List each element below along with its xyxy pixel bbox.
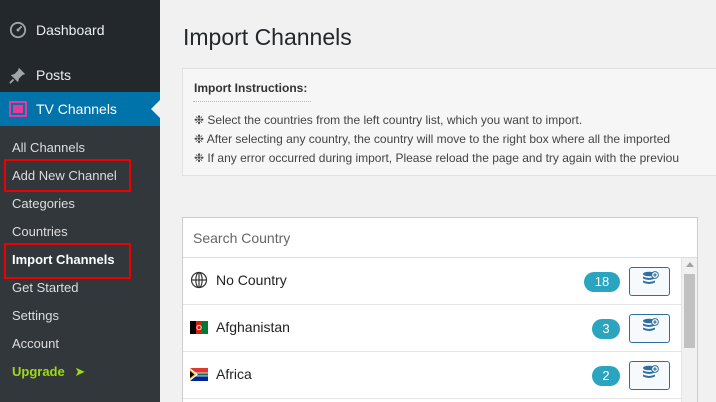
pin-icon <box>0 66 36 84</box>
country-name: Africa <box>216 366 252 382</box>
import-country-button[interactable] <box>629 361 670 390</box>
admin-sidebar: Dashboard Posts TV Channels All Channels… <box>0 0 160 402</box>
submenu-upgrade[interactable]: Upgrade ➤ <box>12 363 85 381</box>
instructions-heading: Import Instructions: <box>194 81 308 95</box>
page-title: Import Channels <box>183 24 352 50</box>
dashboard-icon <box>0 21 36 39</box>
current-menu-arrow <box>151 100 160 118</box>
afghanistan-flag-icon <box>190 321 208 334</box>
instruction-line: ❉ After selecting any country, the count… <box>194 132 671 146</box>
instruction-line: ❉ Select the countries from the left cou… <box>194 113 583 127</box>
instruction-line: ❉ If any error occurred during import, P… <box>194 151 679 165</box>
submenu-all-channels[interactable]: All Channels <box>12 139 85 157</box>
database-add-icon <box>641 364 659 387</box>
channel-count-badge: 3 <box>592 319 620 339</box>
instructions-divider <box>193 101 311 102</box>
country-row[interactable]: No Country 18 <box>183 258 681 305</box>
submenu-import-channels[interactable]: Import Channels <box>12 251 115 269</box>
submenu-account[interactable]: Account <box>12 335 59 353</box>
menu-posts[interactable]: Posts <box>0 59 160 91</box>
database-add-icon <box>641 317 659 340</box>
globe-icon <box>190 271 208 289</box>
channel-count-badge: 18 <box>584 272 620 292</box>
import-instructions-box: Import Instructions: ❉ Select the countr… <box>182 68 716 176</box>
submenu-add-new-channel[interactable]: Add New Channel <box>12 167 117 185</box>
country-row[interactable]: Africa 2 <box>183 352 681 399</box>
country-name: Afghanistan <box>216 319 290 335</box>
submenu-get-started[interactable]: Get Started <box>12 279 78 297</box>
submenu-settings[interactable]: Settings <box>12 307 59 325</box>
scroll-up-arrow-icon[interactable] <box>686 262 694 267</box>
arrow-right-icon: ➤ <box>74 364 86 379</box>
menu-dashboard-label: Dashboard <box>36 22 105 38</box>
country-name: No Country <box>216 272 287 288</box>
submenu-countries[interactable]: Countries <box>12 223 68 241</box>
scrollbar-thumb[interactable] <box>684 274 695 348</box>
channel-count-badge: 2 <box>592 366 620 386</box>
menu-tv-channels-label: TV Channels <box>36 101 117 117</box>
submenu-upgrade-label: Upgrade <box>12 364 65 379</box>
import-country-button[interactable] <box>629 314 670 343</box>
country-list-scrollbar[interactable] <box>681 258 697 402</box>
menu-dashboard[interactable]: Dashboard <box>0 14 160 46</box>
menu-tv-channels[interactable]: TV Channels <box>0 92 160 126</box>
database-add-icon <box>641 270 659 293</box>
tv-channels-submenu: All Channels Add New Channel Categories … <box>0 126 160 402</box>
tv-icon <box>0 101 36 117</box>
menu-posts-label: Posts <box>36 67 72 83</box>
south-africa-flag-icon <box>190 368 208 381</box>
search-country-input[interactable] <box>183 218 697 258</box>
submenu-categories[interactable]: Categories <box>12 195 75 213</box>
country-row[interactable]: Afghanistan 3 <box>183 305 681 352</box>
country-list-panel: No Country 18 Afghanistan 3 Africa 2 <box>182 217 698 402</box>
import-country-button[interactable] <box>629 267 670 296</box>
